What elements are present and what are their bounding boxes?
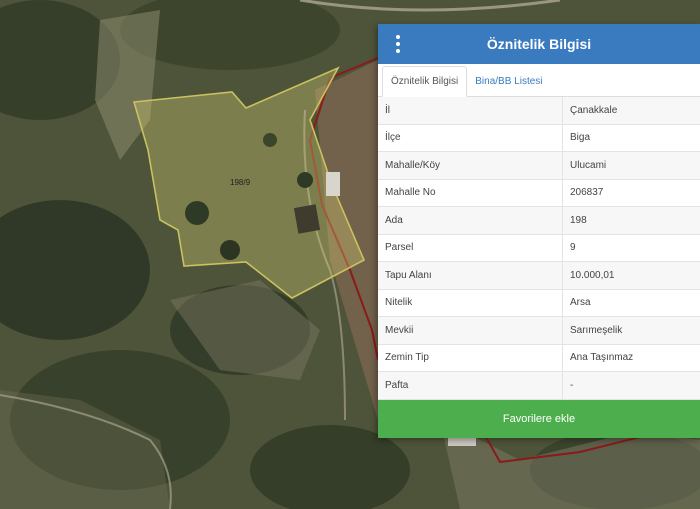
- panel-title: Öznitelik Bilgisi: [486, 36, 592, 52]
- table-row: Pafta -: [378, 371, 700, 400]
- attribute-value: Biga: [562, 124, 700, 152]
- attribute-key: Ada: [378, 206, 563, 235]
- table-row: Mahalle/Köy Ulucami: [378, 151, 700, 180]
- attribute-key: Zemin Tip: [378, 344, 563, 372]
- table-row: İlçe Biga: [378, 124, 700, 152]
- attribute-key: Mahalle/Köy: [378, 151, 563, 180]
- attribute-key: Tapu Alanı: [378, 261, 563, 290]
- attribute-value: -: [562, 371, 700, 400]
- vertical-ellipsis-icon[interactable]: [390, 34, 406, 54]
- table-row: Zemin Tip Ana Taşınmaz: [378, 344, 700, 372]
- attribute-value: Ana Taşınmaz: [562, 344, 700, 372]
- table-row: Ada 198: [378, 206, 700, 235]
- table-row: Mevkii Sarımeşelik: [378, 316, 700, 345]
- table-row: Tapu Alanı 10.000,01: [378, 261, 700, 290]
- attribute-key: Nitelik: [378, 289, 563, 317]
- tab-building-list[interactable]: Bina/BB Listesi: [467, 67, 550, 96]
- add-to-favorites-button[interactable]: Favorilere ekle: [378, 399, 700, 438]
- attribute-value: Çanakkale: [562, 97, 700, 125]
- attribute-key: Mevkii: [378, 316, 563, 345]
- attribute-panel: Öznitelik Bilgisi Öznitelik Bilgisi Bina…: [378, 24, 700, 438]
- attribute-key: İl: [378, 97, 563, 125]
- attribute-table: İl Çanakkale İlçe Biga Mahalle/Köy Ulucami Mah…: [378, 97, 700, 400]
- attribute-key: Mahalle No: [378, 179, 563, 207]
- attribute-value: 198: [562, 206, 700, 235]
- attribute-value: 10.000,01: [562, 261, 700, 290]
- attribute-key: Parsel: [378, 234, 563, 262]
- table-row: İl Çanakkale: [378, 97, 700, 125]
- attribute-value: Arsa: [562, 289, 700, 317]
- attribute-key: Pafta: [378, 371, 563, 400]
- attribute-value: 206837: [562, 179, 700, 207]
- panel-header: Öznitelik Bilgisi: [378, 24, 700, 64]
- attribute-value: 9: [562, 234, 700, 262]
- attribute-key: İlçe: [378, 124, 563, 152]
- attribute-value: Ulucami: [562, 151, 700, 180]
- parcel-number-label: 198/9: [230, 178, 251, 187]
- attribute-value: Sarımeşelik: [562, 316, 700, 345]
- table-row: Mahalle No 206837: [378, 179, 700, 207]
- table-row: Parsel 9: [378, 234, 700, 262]
- panel-tabs: Öznitelik Bilgisi Bina/BB Listesi: [378, 64, 700, 97]
- table-row: Nitelik Arsa: [378, 289, 700, 317]
- tab-attribute-info[interactable]: Öznitelik Bilgisi: [382, 66, 468, 97]
